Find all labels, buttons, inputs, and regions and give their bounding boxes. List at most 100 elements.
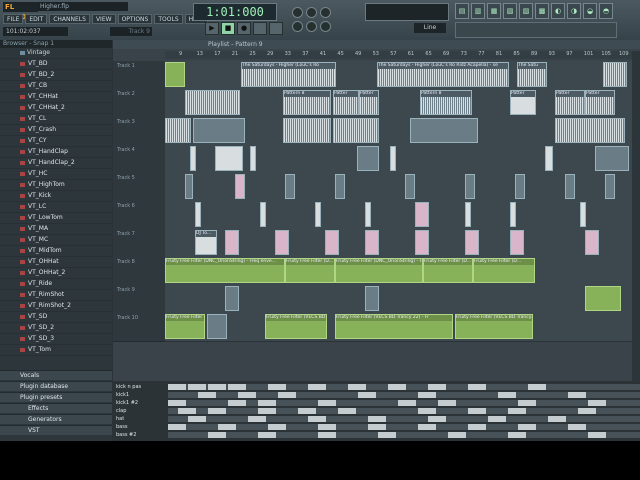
step-note[interactable]: [588, 400, 606, 406]
step-note[interactable]: [488, 416, 506, 422]
playlist-icon[interactable]: ▤: [455, 3, 469, 19]
channel-steps[interactable]: [168, 408, 640, 414]
menu-view[interactable]: VIEW: [91, 14, 116, 24]
browser-item[interactable]: VT_CB: [0, 81, 112, 92]
mixer-icon[interactable]: ▨: [519, 3, 533, 19]
step-note[interactable]: [248, 416, 266, 422]
track-header[interactable]: Track 10: [113, 313, 165, 342]
pattern-clip[interactable]: [165, 118, 191, 143]
pattern-clip[interactable]: [225, 230, 239, 255]
pattern-clip[interactable]: [510, 202, 516, 227]
pattern-clip[interactable]: [465, 230, 479, 255]
pattern-clip[interactable]: [410, 118, 478, 143]
pattern-clip[interactable]: [415, 202, 429, 227]
snap-select[interactable]: Line: [414, 23, 446, 33]
pattern-clip[interactable]: Pattern 8: [420, 90, 472, 115]
menu-file[interactable]: FILE: [3, 14, 24, 24]
browser-item[interactable]: VT_LowTom: [0, 213, 112, 224]
pattern-clip[interactable]: [250, 146, 256, 171]
pattern-clip[interactable]: [357, 146, 379, 171]
pattern-clip[interactable]: [325, 230, 339, 255]
channel-steps[interactable]: [168, 424, 640, 430]
browser-effects[interactable]: Effects: [0, 403, 112, 413]
song-position-panel[interactable]: [365, 3, 449, 21]
song-time-display[interactable]: 1:01:000: [193, 3, 277, 21]
step-note[interactable]: [418, 392, 436, 398]
track-lane[interactable]: [165, 145, 632, 174]
pattern-clip[interactable]: [585, 286, 621, 311]
pattern-clip[interactable]: Fruity Free Filter (VECS BD Trancy 22) -…: [335, 314, 453, 339]
step-note[interactable]: [298, 408, 316, 414]
pattern-clip[interactable]: [565, 174, 575, 199]
step-note[interactable]: [508, 432, 526, 438]
pattern-clip[interactable]: [545, 146, 553, 171]
pattern-clip[interactable]: [390, 146, 396, 171]
step-note[interactable]: [468, 384, 486, 390]
browser-item[interactable]: VT_RimShot_2: [0, 301, 112, 312]
pattern-clip[interactable]: [515, 174, 525, 199]
browser-item[interactable]: VT_Tom: [0, 345, 112, 356]
browser-item[interactable]: VT_SD_2: [0, 323, 112, 334]
step-note[interactable]: [338, 408, 356, 414]
browser-item[interactable]: VT_HC: [0, 169, 112, 180]
pattern-clip[interactable]: Fruity Free Filter (D...: [423, 258, 473, 283]
browser-item[interactable]: VT_CHHat_2: [0, 103, 112, 114]
browser-item[interactable]: VT_Crash: [0, 125, 112, 136]
pattern-clip[interactable]: [225, 286, 239, 311]
browser-item[interactable]: VT_OHHat: [0, 257, 112, 268]
step-note[interactable]: [468, 424, 486, 430]
browser-item[interactable]: VT_HandClap_2: [0, 158, 112, 169]
track-header[interactable]: Track 9: [113, 285, 165, 314]
track-lane[interactable]: The Saturdays - Higher (LouC's Ro The Sat…: [165, 61, 632, 90]
step-note[interactable]: [168, 384, 186, 390]
track-lane[interactable]: Fruity Free Filter (DNC_OrionString) - F…: [165, 257, 632, 286]
knob-icon[interactable]: [292, 7, 303, 18]
pattern-clip[interactable]: Pattern 8: [283, 90, 331, 115]
step-note[interactable]: [178, 408, 196, 414]
pattern-clip[interactable]: [365, 230, 379, 255]
stop-button[interactable]: ■: [221, 22, 235, 35]
step-note[interactable]: [588, 432, 606, 438]
step-note[interactable]: [518, 424, 536, 430]
piano-roll-icon[interactable]: ▦: [487, 3, 501, 19]
track-lane[interactable]: Fruity Free Filter (VECS BD Trancy... Fru…: [165, 313, 632, 342]
record-button[interactable]: ●: [237, 22, 251, 35]
browser-item[interactable]: VT_MA: [0, 224, 112, 235]
track-lane[interactable]: [165, 285, 632, 314]
step-note[interactable]: [348, 384, 366, 390]
browser-item[interactable]: VT_BD: [0, 59, 112, 70]
pattern-clip[interactable]: [365, 286, 379, 311]
step-note[interactable]: [438, 400, 456, 406]
pattern-clip[interactable]: [603, 62, 627, 87]
step-note[interactable]: [418, 408, 436, 414]
pattern-clip[interactable]: [465, 202, 471, 227]
browser-item[interactable]: VT_LC: [0, 202, 112, 213]
channel-name[interactable]: bass #2: [113, 431, 169, 439]
browser-item[interactable]: VT_CY: [0, 136, 112, 147]
knob-icon[interactable]: [320, 7, 331, 18]
vertical-scrollbar[interactable]: [632, 51, 640, 381]
step-note[interactable]: [278, 392, 296, 398]
pattern-clip[interactable]: [333, 118, 379, 143]
step-note[interactable]: [418, 424, 436, 430]
pattern-clip[interactable]: Patter: [510, 90, 536, 115]
pattern-clip[interactable]: [595, 146, 629, 171]
pattern-clip[interactable]: Fruity Free Filter (VECS BD Trancy...: [265, 314, 327, 339]
channel-name[interactable]: kick1 #2: [113, 399, 169, 407]
pattern-clip[interactable]: [185, 174, 193, 199]
step-note[interactable]: [528, 384, 546, 390]
pattern-clip[interactable]: [235, 174, 245, 199]
pattern-clip[interactable]: Patter: [555, 90, 585, 115]
step-note[interactable]: [198, 392, 216, 398]
web-icon[interactable]: ◑: [567, 3, 581, 19]
channel-steps[interactable]: [168, 384, 640, 390]
song-mode-button[interactable]: [269, 22, 283, 35]
pattern-clip[interactable]: [190, 146, 196, 171]
play-button[interactable]: ▶: [205, 22, 219, 35]
pattern-clip[interactable]: Fruity Free Filter (DNC_OrionString) - F…: [335, 258, 423, 283]
step-note[interactable]: [258, 432, 276, 438]
pattern-clip[interactable]: [465, 174, 475, 199]
pattern-clip[interactable]: The Satu: [517, 62, 547, 87]
track-header[interactable]: Track 1: [113, 61, 165, 90]
browser-item[interactable]: VT_Ride: [0, 279, 112, 290]
